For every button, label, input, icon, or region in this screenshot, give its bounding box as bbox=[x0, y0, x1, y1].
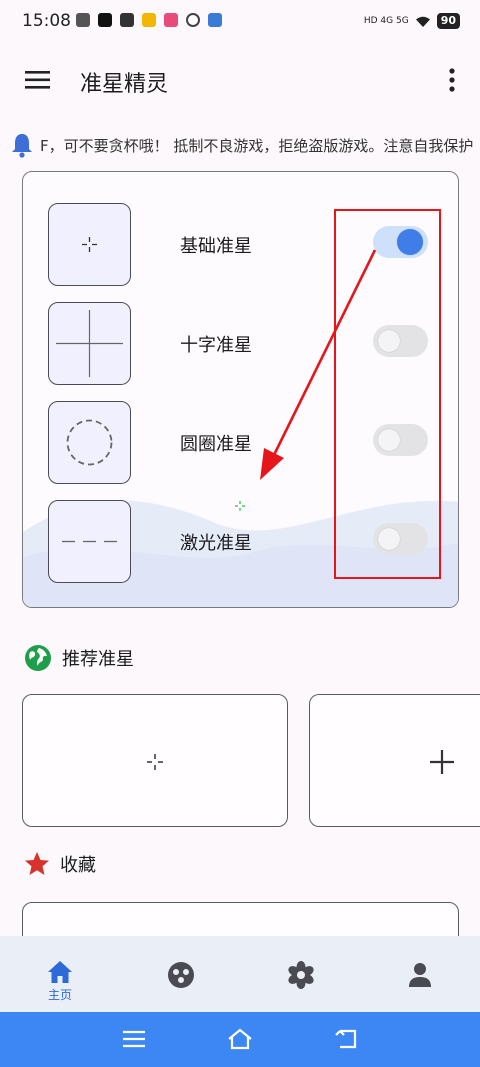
globe-icon bbox=[25, 645, 51, 671]
status-right: HD 4G 5G 90 bbox=[364, 13, 460, 29]
nav-home[interactable]: 主页 bbox=[0, 936, 120, 1012]
annotation-arrow bbox=[260, 249, 377, 480]
nav-community[interactable] bbox=[120, 936, 240, 1012]
basic-crosshair-preview bbox=[48, 203, 131, 286]
home-icon bbox=[48, 961, 72, 983]
tiktok-icon bbox=[98, 13, 112, 27]
small-crosshair-icon bbox=[147, 754, 163, 770]
star-icon bbox=[25, 852, 49, 875]
status-bar: 15:08 HD 4G 5G 90 bbox=[0, 0, 480, 44]
home-system-icon[interactable] bbox=[227, 1028, 253, 1050]
more-options-icon[interactable] bbox=[440, 66, 464, 94]
nav-settings[interactable] bbox=[240, 936, 360, 1012]
nav-home-label: 主页 bbox=[47, 988, 72, 1002]
mail-icon bbox=[120, 13, 134, 27]
recent-apps-icon[interactable] bbox=[121, 1028, 147, 1050]
recommend-title: 推荐准星 bbox=[62, 649, 134, 670]
person-icon bbox=[409, 963, 431, 987]
notice-bar: F，可不要贪杯哦！ 抵制不良游戏，拒绝盗版游戏。注意自我保护 bbox=[0, 128, 480, 162]
bell-icon bbox=[12, 134, 32, 158]
nav-profile[interactable] bbox=[360, 936, 480, 1012]
group-icon bbox=[168, 962, 194, 988]
notice-text: F，可不要贪杯哦！ 抵制不良游戏，拒绝盗版游戏。注意自我保护 bbox=[40, 137, 474, 155]
back-icon[interactable] bbox=[334, 1028, 360, 1050]
circle-crosshair-preview bbox=[48, 401, 131, 484]
notification-icons bbox=[76, 13, 222, 27]
recommend-card-2[interactable] bbox=[309, 694, 480, 827]
bottom-navigation: 主页 bbox=[0, 936, 480, 1012]
recommend-card-1[interactable] bbox=[22, 694, 288, 827]
status-time: 15:08 bbox=[22, 11, 71, 31]
laser-crosshair-preview bbox=[48, 500, 131, 583]
notification-app-icon bbox=[76, 13, 90, 27]
favorites-section-header: 收藏 bbox=[24, 851, 96, 877]
menu-icon[interactable] bbox=[24, 68, 52, 92]
favorites-title: 收藏 bbox=[60, 855, 96, 876]
cross-crosshair-preview bbox=[48, 302, 131, 385]
plus-crosshair-icon bbox=[430, 750, 454, 774]
game-app-icon bbox=[142, 13, 156, 27]
game-avatar-icon bbox=[208, 13, 222, 27]
app-4399-icon bbox=[164, 13, 178, 27]
recommend-section-header: 推荐准星 bbox=[24, 644, 134, 672]
music-app-icon bbox=[186, 13, 200, 27]
crosshair-label: 基础准星 bbox=[180, 236, 252, 257]
crosshair-label: 激光准星 bbox=[180, 533, 252, 554]
flower-gear-icon bbox=[288, 961, 314, 989]
wifi-icon bbox=[415, 16, 430, 27]
crosshair-label: 圆圈准星 bbox=[180, 434, 252, 455]
app-title: 准星精灵 bbox=[80, 72, 169, 97]
crosshair-overlay-marker bbox=[235, 501, 245, 511]
system-navigation-bar bbox=[0, 1012, 480, 1067]
crosshair-label: 十字准星 bbox=[180, 335, 252, 356]
battery-icon: 90 bbox=[436, 13, 460, 29]
network-indicator: HD 4G 5G bbox=[363, 16, 409, 26]
